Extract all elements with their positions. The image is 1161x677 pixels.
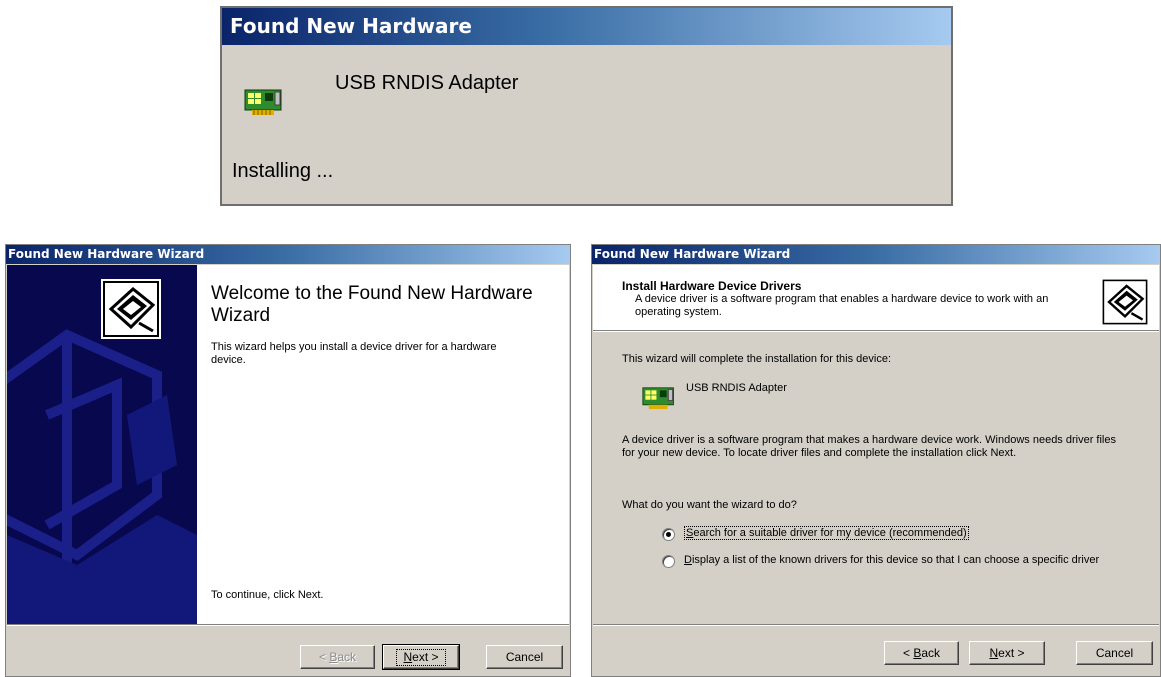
next-accelerator: N xyxy=(403,650,413,664)
device-name: USB RNDIS Adapter xyxy=(686,382,787,394)
next-button[interactable]: Next > xyxy=(382,644,460,670)
display-list-radio[interactable] xyxy=(662,555,675,568)
intro-text: This wizard will complete the installati… xyxy=(622,353,892,365)
wizard-heading: Welcome to the Found New Hardware Wizard xyxy=(211,283,533,326)
install-drivers-wizard-window: Found New Hardware Wizard Install Hardwa… xyxy=(591,244,1161,677)
back-button[interactable]: < Back xyxy=(884,641,959,665)
radio-selected-dot xyxy=(666,532,671,537)
wizard-description: This wizard helps you install a device d… xyxy=(211,341,497,366)
back-label: ack xyxy=(921,646,941,660)
next-label: ext > xyxy=(412,650,439,664)
cancel-button[interactable]: Cancel xyxy=(486,645,563,669)
network-adapter-card-icon xyxy=(642,387,674,410)
display-list-option[interactable]: Display a list of the known drivers for … xyxy=(684,554,1114,567)
wizard-watermark-graphic xyxy=(7,279,197,624)
window-title: Found New Hardware Wizard xyxy=(6,245,570,264)
question-text: What do you want the wizard to do? xyxy=(622,499,797,511)
header-separator xyxy=(593,330,1159,332)
wizard-sidebar-banner xyxy=(7,265,197,624)
next-accelerator: N xyxy=(989,646,999,660)
search-driver-radio[interactable] xyxy=(662,528,675,541)
install-status: Installing ... xyxy=(232,160,334,182)
wizard-content: Welcome to the Found New Hardware Wizard… xyxy=(7,265,569,624)
driver-explanation: A device driver is a software program th… xyxy=(622,434,1116,459)
back-label-prefix: < xyxy=(902,646,914,660)
back-label-prefix: < xyxy=(318,650,330,664)
button-separator xyxy=(7,624,569,626)
network-adapter-card-icon xyxy=(244,89,282,115)
wizard-header: Install Hardware Device Drivers A device… xyxy=(593,265,1159,330)
window-title: Found New Hardware Wizard xyxy=(592,245,1160,264)
option-accelerator: D xyxy=(684,554,692,566)
cancel-button[interactable]: Cancel xyxy=(1076,641,1153,665)
option-label: earch for a suitable driver for my devic… xyxy=(693,527,967,539)
popup-title: Found New Hardware xyxy=(222,8,951,45)
hardware-wizard-icon xyxy=(1102,279,1148,325)
option-label: isplay a list of the known drivers for t… xyxy=(691,554,1100,566)
header-subtitle: A device driver is a software program th… xyxy=(635,293,1049,318)
next-button[interactable]: Next > xyxy=(969,641,1045,665)
hardware-wizard-icon xyxy=(101,279,161,339)
next-focus-rect: Next > xyxy=(396,649,446,666)
back-button[interactable]: < Back xyxy=(300,645,375,669)
header-title: Install Hardware Device Drivers xyxy=(622,279,802,293)
next-label: ext > xyxy=(998,646,1025,660)
button-separator xyxy=(593,624,1159,626)
device-name: USB RNDIS Adapter xyxy=(335,72,519,94)
search-driver-option[interactable]: Search for a suitable driver for my devi… xyxy=(684,526,969,540)
continue-instruction: To continue, click Next. xyxy=(211,589,324,601)
back-label: ack xyxy=(337,650,357,664)
found-new-hardware-popup: Found New Hardware USB RNDIS Adapter Ins… xyxy=(220,6,953,206)
welcome-wizard-window: Found New Hardware Wizard Welcome to the… xyxy=(5,244,571,677)
